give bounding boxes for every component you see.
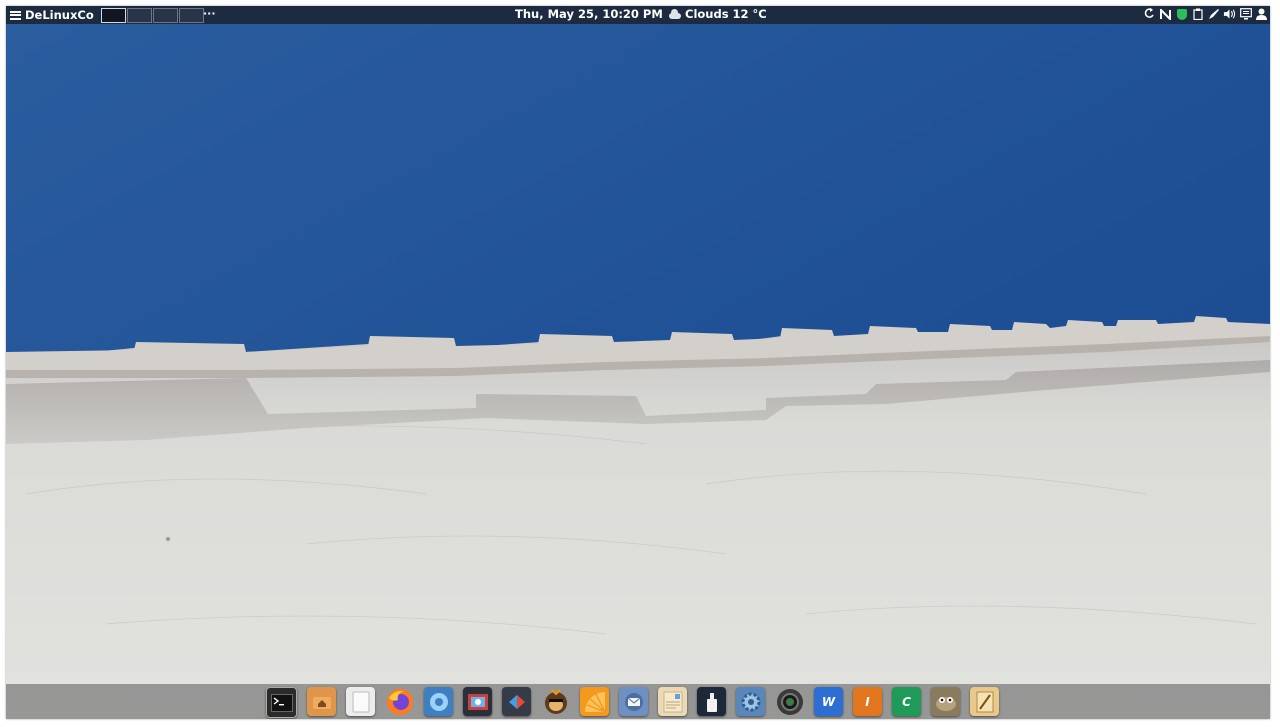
impress-icon-label: I <box>865 694 870 709</box>
clock[interactable]: Thu, May 25, 10:20 PM <box>515 7 663 21</box>
firefox-icon[interactable] <box>385 687 414 716</box>
writer-icon-label: W <box>821 694 836 709</box>
workspace-3[interactable] <box>153 8 178 23</box>
calc-icon-label: C <box>902 694 911 709</box>
gimp-icon[interactable] <box>931 687 960 716</box>
workspace-4[interactable] <box>179 8 204 23</box>
ink-icon[interactable] <box>697 687 726 716</box>
vpn-shield-icon[interactable] <box>1175 7 1188 21</box>
mail-icon[interactable] <box>619 687 648 716</box>
desktop: DeLinuxCo ··· Thu, May 25, 10:20 PM Clou… <box>6 6 1270 719</box>
home-folder-icon[interactable] <box>307 687 336 716</box>
cloud-icon <box>668 8 682 20</box>
browser-icon[interactable] <box>424 687 453 716</box>
camera-icon[interactable] <box>775 687 804 716</box>
weather-widget[interactable]: Clouds 12 °C <box>668 7 767 21</box>
orange-slice-icon[interactable] <box>580 687 609 716</box>
weather-text: Clouds 12 °C <box>685 7 767 21</box>
wallpaper <box>6 24 1270 719</box>
workspace-1[interactable] <box>101 8 126 23</box>
top-panel: DeLinuxCo ··· Thu, May 25, 10:20 PM Clou… <box>6 6 1270 24</box>
pen-icon[interactable] <box>1207 7 1220 21</box>
writer-icon[interactable]: W <box>814 687 843 716</box>
panel-overflow-button[interactable]: ··· <box>203 7 216 20</box>
network-icon[interactable] <box>1159 7 1172 21</box>
user-icon[interactable] <box>1255 7 1268 21</box>
impress-icon[interactable]: I <box>853 687 882 716</box>
workspace-switcher <box>101 8 205 23</box>
menu-icon <box>10 10 21 20</box>
calc-icon[interactable]: C <box>892 687 921 716</box>
volume-icon[interactable] <box>1223 7 1236 21</box>
system-tray <box>1143 7 1268 21</box>
terminal-icon[interactable] <box>266 687 297 718</box>
video-editor-icon[interactable] <box>463 687 492 716</box>
monkey-icon[interactable] <box>541 687 570 716</box>
clipboard-icon[interactable] <box>1191 7 1204 21</box>
menu-label: DeLinuxCo <box>25 8 94 22</box>
notes-icon[interactable] <box>658 687 687 716</box>
drawing-icon[interactable] <box>970 687 999 716</box>
sync-icon[interactable] <box>1143 7 1156 21</box>
dock: W I C <box>6 684 1270 719</box>
workspace-2[interactable] <box>127 8 152 23</box>
display-icon[interactable] <box>1239 7 1252 21</box>
text-editor-icon[interactable] <box>346 687 375 716</box>
applications-menu-button[interactable]: DeLinuxCo <box>10 7 94 23</box>
media-player-icon[interactable] <box>502 687 531 716</box>
settings-icon[interactable] <box>736 687 765 716</box>
